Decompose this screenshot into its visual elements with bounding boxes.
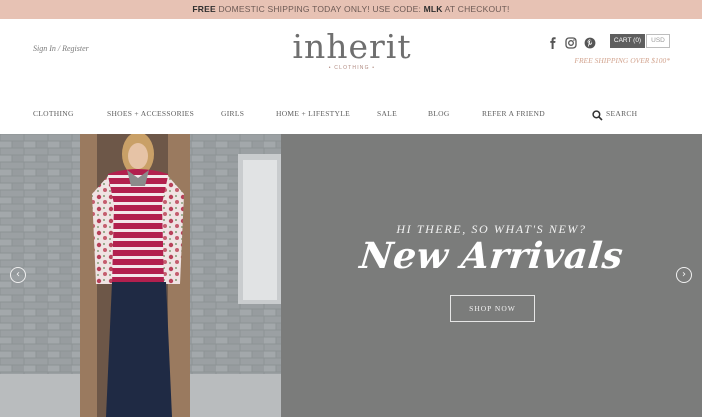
hero-slider: HI THERE, SO WHAT'S NEW? New Arrivals SH…: [0, 134, 702, 417]
announcement-bar: FREE DOMESTIC SHIPPING TODAY ONLY! USE C…: [0, 0, 702, 19]
site-logo[interactable]: inherit • CLOTHING •: [282, 27, 422, 72]
sign-in-register-link[interactable]: Sign In / Register: [33, 44, 89, 53]
search-label: SEARCH: [606, 109, 638, 118]
search-icon: [592, 108, 603, 121]
hero-photo: [0, 134, 281, 417]
announcement-text-end: AT CHECKOUT!: [442, 4, 510, 14]
announcement-bold: FREE: [192, 4, 216, 14]
nav-item-refer-a-friend[interactable]: REFER A FRIEND: [482, 109, 545, 118]
logo-wordmark: inherit: [292, 27, 412, 66]
hero-promo-panel: HI THERE, SO WHAT'S NEW? New Arrivals SH…: [281, 134, 702, 417]
promo-code: MLK: [423, 4, 443, 14]
chevron-right-icon[interactable]: ›: [676, 267, 692, 283]
nav-item-clothing[interactable]: CLOTHING: [33, 109, 74, 118]
hero-headline: New Arrivals: [357, 235, 626, 277]
currency-selector[interactable]: USD: [646, 34, 670, 48]
nav-item-sale[interactable]: SALE: [377, 109, 397, 118]
facebook-icon[interactable]: [547, 36, 559, 49]
shop-now-button[interactable]: SHOP NOW: [450, 295, 535, 322]
nav-item-girls[interactable]: GIRLS: [221, 109, 244, 118]
pinterest-icon[interactable]: [584, 36, 596, 49]
nav-item-home-lifestyle[interactable]: HOME + LIFESTYLE: [276, 109, 350, 118]
instagram-icon[interactable]: [565, 36, 577, 49]
free-shipping-note: FREE SHIPPING OVER $100*: [574, 56, 670, 65]
announcement-text: DOMESTIC SHIPPING TODAY ONLY! USE CODE:: [215, 4, 424, 14]
nav-item-shoes-accessories[interactable]: SHOES + ACCESSORIES: [107, 109, 194, 118]
cart-button[interactable]: CART (0): [610, 34, 645, 48]
chevron-left-icon[interactable]: ‹: [10, 267, 26, 283]
nav-item-blog[interactable]: BLOG: [428, 109, 450, 118]
